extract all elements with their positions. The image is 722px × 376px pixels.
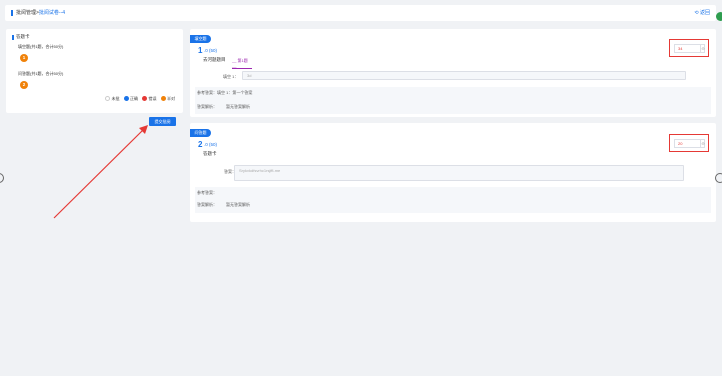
question-number: 2 xyxy=(198,140,203,149)
reference-answer-label: 参考答案： xyxy=(197,190,217,195)
floating-action-icon[interactable] xyxy=(716,12,722,21)
stepper-icon[interactable]: ⊖ xyxy=(700,140,705,147)
analysis-text: 暂无答案解析 xyxy=(226,104,250,109)
reference-answer: 填空 1：第一个答案 xyxy=(217,90,253,95)
analysis-text: 暂无答案解析 xyxy=(226,202,250,207)
right-scroll-handle[interactable] xyxy=(715,173,722,183)
question-type-tag: 问答题 xyxy=(190,129,211,137)
reference-answer-label: 参考答案： xyxy=(197,90,217,95)
stepper-icon[interactable]: ⊖ xyxy=(700,45,705,52)
blank-placeholder: __ 第1题 __ xyxy=(232,58,252,69)
answer-label: 填空 1： xyxy=(223,74,239,79)
student-answer-field[interactable]: 3d xyxy=(242,71,686,80)
analysis-label: 答案解析： xyxy=(197,202,217,207)
reference-panel: 参考答案： 填空 1：第一个答案 答案解析： 暂无答案解析 xyxy=(195,87,711,114)
question-type-tag: 填空题 xyxy=(190,35,211,43)
question-stem: 去河题题目 xyxy=(203,57,226,62)
question-points: .0 (50) xyxy=(204,142,218,147)
question-card-1: 填空题 1 .0 (50) 去河题题目 __ 第1题 __ 填空 1： 3d 3… xyxy=(190,29,716,117)
question-stem: 答题卡 xyxy=(203,151,217,156)
score-box: 34 ⊖ xyxy=(669,39,709,57)
question-card-2: 问答题 2 .0 (50) 答题卡 答案： Srykvkdfsvrhc1rsjf… xyxy=(190,123,716,222)
reference-panel: 参考答案： 答案解析： 暂无答案解析 xyxy=(195,187,711,213)
student-answer-textarea[interactable]: Srykvkdfsvrhc1rsjffi-me xyxy=(234,165,684,181)
analysis-label: 答案解析： xyxy=(197,104,217,109)
score-box: 20 ⊖ xyxy=(669,134,709,152)
question-number: 1 xyxy=(198,46,203,55)
question-points: .0 (50) xyxy=(204,48,218,53)
